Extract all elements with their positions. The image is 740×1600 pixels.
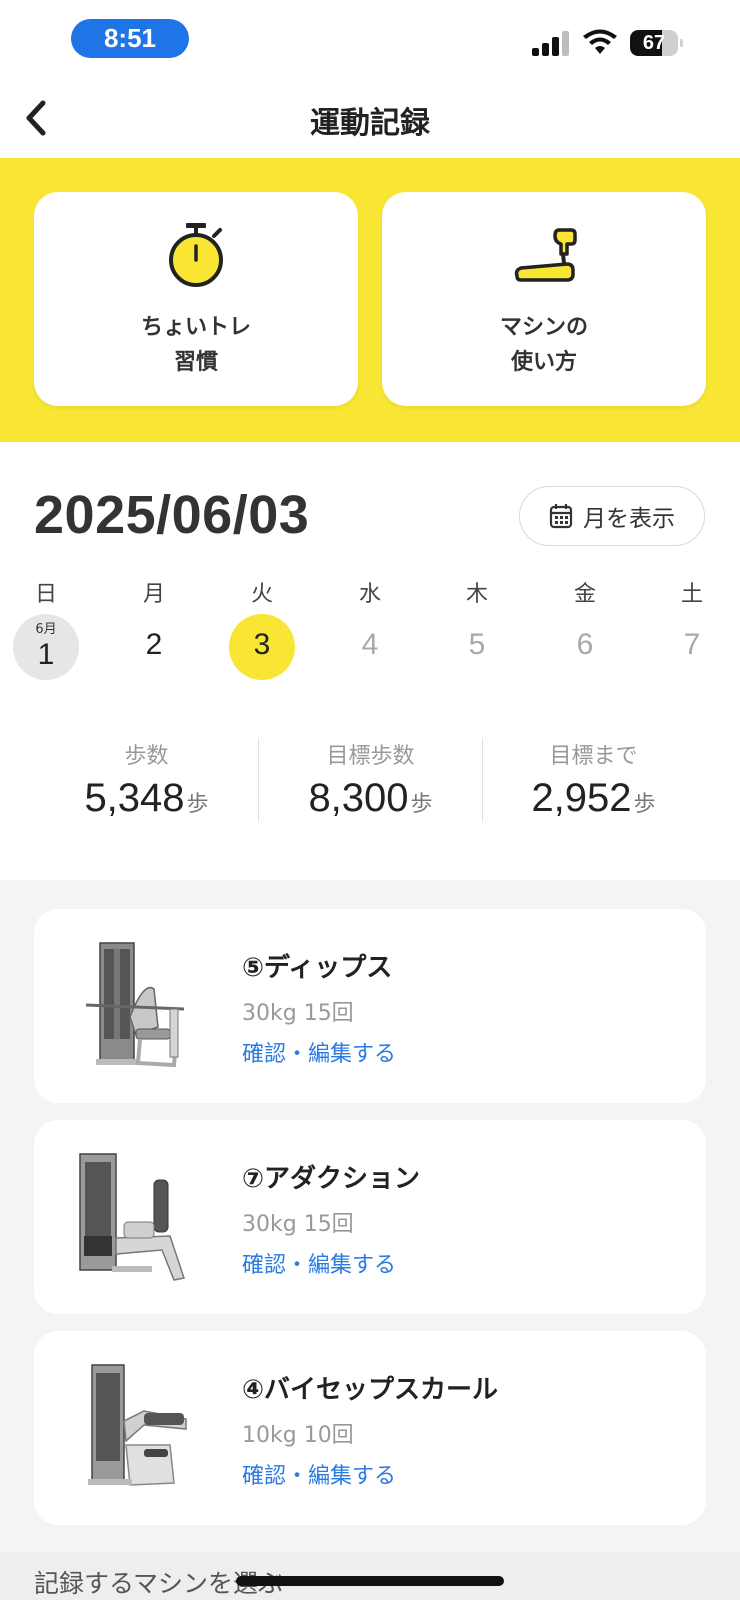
- weekday-label: 水: [358, 582, 381, 607]
- record-detail: 30kg 15回: [242, 1212, 354, 1237]
- record-card[interactable]: ⑦アダクション 30kg 15回 確認・編集する: [34, 1120, 706, 1314]
- day-number: 6: [576, 628, 594, 661]
- record-card[interactable]: ⑤ディップス 30kg 15回 確認・編集する: [34, 909, 706, 1103]
- treadmill-icon: [514, 228, 577, 282]
- stat-unit: 歩: [186, 792, 209, 817]
- stat-unit: 歩: [410, 792, 433, 817]
- weekday-label: 月: [142, 582, 165, 607]
- biceps-curl-machine-image: [88, 1364, 187, 1486]
- weekday-label: 日: [34, 582, 57, 607]
- day-number: 5: [468, 628, 486, 661]
- day-4[interactable]: 水4: [330, 576, 410, 686]
- status-bar: 8:51 67: [0, 0, 740, 80]
- navigation-bar: 運動記録: [0, 80, 740, 158]
- day-month-label: 6月: [35, 622, 57, 637]
- battery-icon: 67: [630, 30, 683, 56]
- wifi-icon: [583, 29, 617, 54]
- weekday-label: 土: [680, 582, 703, 607]
- weekday-label: 金: [573, 582, 596, 607]
- adduction-machine-image: [79, 1153, 185, 1281]
- edit-record-link[interactable]: 確認・編集する: [242, 1036, 396, 1068]
- selected-date: 2025/06/03: [34, 485, 310, 545]
- stat-label: 目標まで: [549, 744, 638, 769]
- day-6[interactable]: 金6: [545, 576, 625, 686]
- machine-usage-card[interactable]: マシンの 使い方: [382, 192, 706, 406]
- day-number: 7: [683, 628, 701, 661]
- day-7[interactable]: 土7: [652, 576, 732, 686]
- show-month-label: 月を表示: [583, 506, 675, 532]
- home-indicator: [236, 1576, 504, 1586]
- stat-unit: 歩: [633, 792, 656, 817]
- show-month-button[interactable]: 月を表示: [519, 486, 705, 546]
- stat-goal-steps: 目標歩数 8,300歩: [259, 738, 482, 821]
- record-machine-name: ⑦アダクション: [242, 1164, 421, 1194]
- feature-band: ちょいトレ 習慣 マシンの 使い方: [0, 158, 740, 442]
- stat-label: 歩数: [124, 744, 169, 769]
- edit-record-link[interactable]: 確認・編集する: [242, 1458, 396, 1490]
- dips-machine-image: [85, 942, 185, 1068]
- edit-record-link[interactable]: 確認・編集する: [242, 1247, 396, 1279]
- day-number: 2: [145, 628, 163, 661]
- week-strip: 日 6月 1 月 2 火 3 水 4 木 5 金 6 土 7: [0, 576, 740, 686]
- day-number: 3: [253, 628, 271, 661]
- calendar-icon: [549, 504, 573, 529]
- choi-training-card[interactable]: ちょいトレ 習慣: [34, 192, 358, 406]
- record-machine-name: ⑤ディップス: [242, 953, 393, 983]
- day-2[interactable]: 月2: [114, 576, 194, 686]
- choi-training-label: ちょいトレ 習慣: [140, 315, 251, 375]
- day-3[interactable]: 火3: [222, 576, 302, 686]
- stat-value: 5,348: [84, 776, 185, 820]
- stat-value: 8,300: [308, 776, 409, 820]
- record-detail: 10kg 10回: [242, 1423, 354, 1448]
- record-card[interactable]: ④バイセップスカール 10kg 10回 確認・編集する: [34, 1331, 706, 1525]
- record-detail: 30kg 15回: [242, 1001, 354, 1026]
- weekday-label: 火: [250, 582, 273, 607]
- step-stats: 歩数 5,348歩 目標歩数 8,300歩 目標まで 2,952歩: [0, 738, 740, 828]
- record-machine-name: ④バイセップスカール: [242, 1375, 499, 1405]
- stat-steps: 歩数 5,348歩: [35, 738, 258, 821]
- day-number: 1: [37, 638, 55, 671]
- day-5[interactable]: 木5: [437, 576, 517, 686]
- stat-value: 2,952: [531, 776, 632, 820]
- day-number: 4: [361, 628, 379, 661]
- page-title: 運動記録: [310, 106, 430, 141]
- battery-level: 67: [642, 31, 666, 54]
- status-time: 8:51: [71, 19, 189, 58]
- day-1[interactable]: 日 6月 1: [6, 576, 86, 686]
- stat-label: 目標歩数: [326, 744, 415, 769]
- cellular-signal-icon: [532, 31, 569, 56]
- stopwatch-icon: [169, 223, 223, 287]
- machine-usage-label: マシンの 使い方: [499, 315, 588, 375]
- weekday-label: 木: [465, 582, 488, 607]
- records-section: ⑤ディップス 30kg 15回 確認・編集する ⑦アダクション 30kg 15回…: [0, 880, 740, 1600]
- stat-remaining: 目標まで 2,952歩: [482, 738, 705, 821]
